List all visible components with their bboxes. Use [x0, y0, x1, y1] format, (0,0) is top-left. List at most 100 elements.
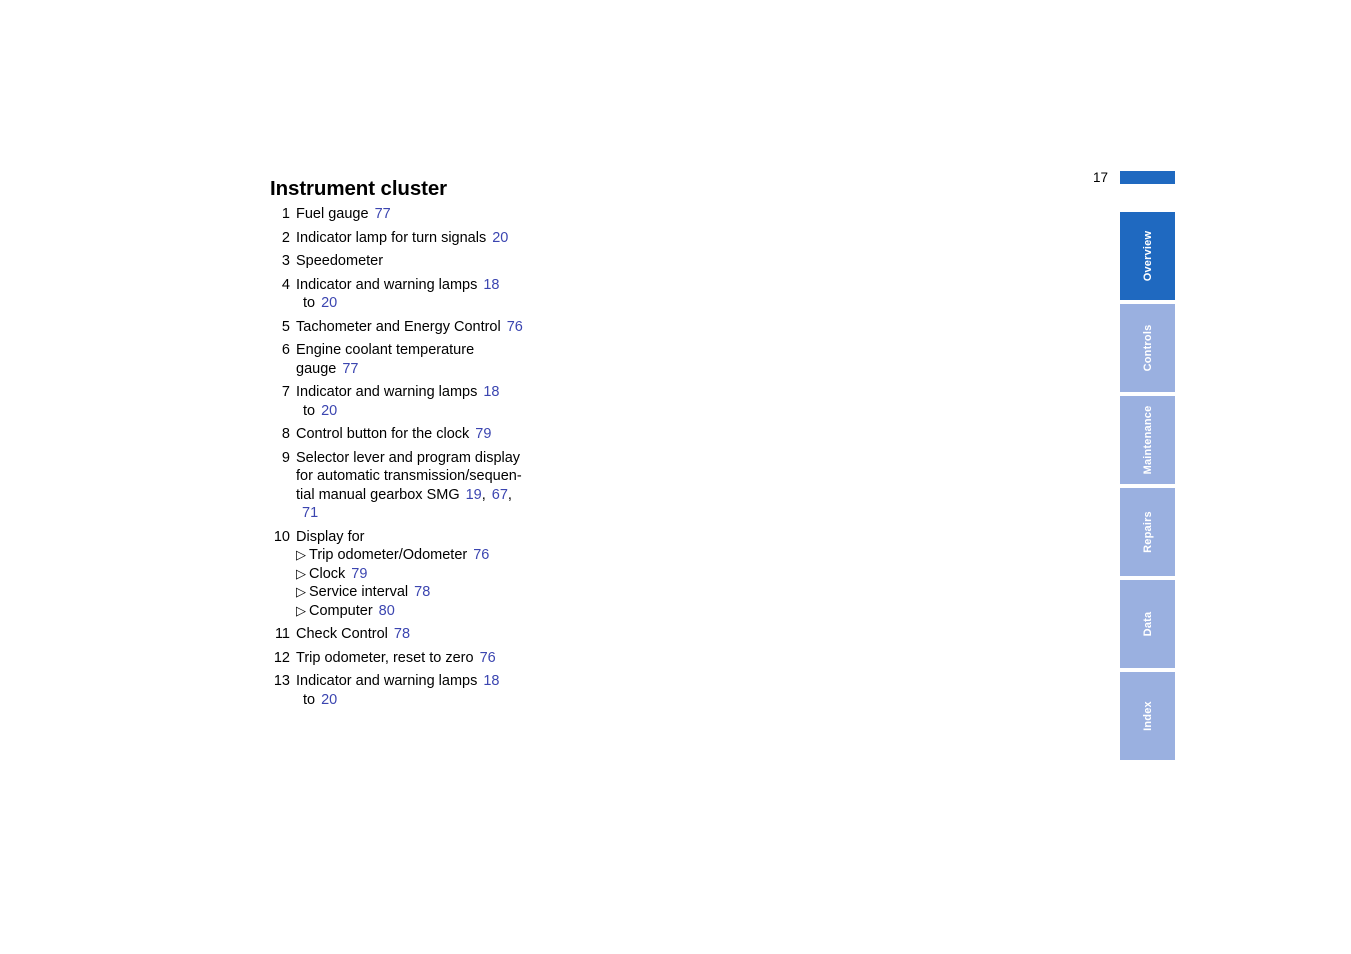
legend-item: 6 Engine coolant temperature gauge 77	[270, 341, 600, 378]
legend-item-row: 8 Control button for the clock 79	[270, 425, 600, 444]
legend-item-body: Indicator and warning lamps 18 to 20	[296, 276, 600, 313]
section-tab-label: Index	[1141, 701, 1154, 731]
legend-item-number: 4	[281, 276, 290, 293]
legend-item: 4 Indicator and warning lamps 18 to 20	[270, 276, 600, 313]
legend-item-body: Indicator and warning lamps 18 to 20	[296, 383, 600, 420]
legend-item-number: 1	[281, 206, 290, 222]
legend-item-text-continuation: tial manual gearbox SMG 19, 67,	[296, 486, 600, 505]
page-reference-link[interactable]: 18	[483, 277, 499, 293]
legend-sub-item: ▷ Clock 79	[296, 565, 600, 584]
legend-item: 3 Speedometer	[270, 252, 600, 271]
page-reference-link[interactable]: 71	[302, 505, 318, 521]
page-reference-link[interactable]: 78	[394, 626, 410, 642]
page-reference-link[interactable]: 19	[466, 487, 482, 503]
page-number: 17	[1092, 170, 1108, 185]
legend-text: Indicator and warning lamps	[296, 384, 478, 400]
section-tabs: Overview Controls Maintenance Repairs Data In…	[1120, 212, 1175, 764]
legend-item: 7 Indicator and warning lamps 18 to 20	[270, 383, 600, 420]
legend-item-text-continuation: to 20	[296, 294, 600, 313]
legend-item-number: 9	[281, 449, 290, 466]
legend-item-row: 2 Indicator lamp for turn signals 20	[270, 229, 600, 248]
page-reference-link[interactable]: 18	[483, 673, 499, 689]
legend-sub-item: ▷ Computer 80	[296, 602, 600, 621]
legend-item-text-continuation: gauge 77	[296, 360, 600, 379]
reference-separator: ,	[481, 486, 486, 503]
legend-text: Control button for the clock	[296, 426, 470, 442]
page-reference-link[interactable]: 79	[475, 426, 491, 442]
legend-text: to	[303, 402, 316, 419]
legend-sub-item-label: Trip odometer/Odometer	[309, 547, 468, 563]
page-reference-link[interactable]: 76	[480, 650, 496, 666]
legend-text: to	[303, 691, 316, 708]
legend-item: 9 Selector lever and program display for a…	[270, 449, 600, 523]
legend-item-text: Indicator lamp for turn signals 20	[296, 229, 600, 248]
section-tab-controls[interactable]: Controls	[1120, 304, 1175, 392]
section-tab-overview[interactable]: Overview	[1120, 212, 1175, 300]
section-tab-label: Data	[1141, 611, 1154, 637]
legend-item-row: 12 Trip odometer, reset to zero 76	[270, 649, 600, 668]
legend-text: Indicator and warning lamps	[296, 276, 478, 293]
legend-text: Check Control	[296, 626, 388, 642]
page-reference-link[interactable]: 67	[492, 487, 508, 503]
page-reference-link[interactable]: 77	[375, 206, 391, 222]
legend-item-row: 7 Indicator and warning lamps 18 to 20	[270, 383, 600, 420]
legend-item-row: 1 Fuel gauge 77	[270, 205, 600, 224]
legend-item-text: Fuel gauge 77	[296, 205, 600, 224]
page-reference-link[interactable]: 79	[351, 566, 367, 582]
page-reference-link[interactable]: 80	[379, 603, 395, 619]
page-reference-link[interactable]: 76	[507, 319, 523, 335]
legend-item-row: 11 Check Control 78	[270, 625, 600, 644]
legend-item-number: 7	[281, 384, 290, 400]
legend-text: Tachometer and Energy Control	[296, 318, 501, 335]
page-reference-link[interactable]: 20	[492, 230, 508, 246]
legend-item-number: 3	[281, 253, 290, 269]
legend-item-text: Indicator and warning lamps 18	[296, 672, 600, 691]
section-tab-index[interactable]: Index	[1120, 672, 1175, 760]
legend-item-body: Indicator lamp for turn signals 20	[296, 229, 600, 248]
page-reference-link[interactable]: 77	[342, 361, 358, 377]
legend-item: 11 Check Control 78	[270, 625, 600, 644]
page-reference-link[interactable]: 76	[473, 547, 489, 563]
legend-text: Indicator and warning lamps	[296, 673, 478, 689]
legend-item-text-continuation: to 20	[296, 402, 600, 421]
legend-item-body: Selector lever and program display for au…	[296, 449, 600, 523]
legend-sub-item: ▷ Service interval 78	[296, 583, 600, 602]
legend-item-body: Speedometer	[296, 252, 600, 271]
legend-item-text: Tachometer and Energy Control 76	[296, 318, 600, 337]
legend-text: Trip odometer, reset to zero	[296, 649, 474, 666]
triangle-right-bullet: ▷	[296, 565, 306, 581]
legend-item-row: 13 Indicator and warning lamps 18 to 20	[270, 672, 600, 709]
legend-item-body: Trip odometer, reset to zero 76	[296, 649, 600, 668]
page-reference-link[interactable]: 18	[483, 384, 499, 400]
legend-item-number: 6	[281, 342, 290, 358]
page-reference-link[interactable]: 20	[321, 403, 337, 419]
page-reference-link[interactable]: 78	[414, 584, 430, 600]
legend-item-body: Engine coolant temperature gauge 77	[296, 341, 600, 378]
triangle-right-bullet: ▷	[296, 584, 306, 599]
section-tab-label: Controls	[1141, 324, 1154, 372]
legend-sub-item-label: Clock	[309, 565, 346, 582]
legend-item-body: Check Control 78	[296, 625, 600, 644]
legend-item-body: Tachometer and Energy Control 76	[296, 318, 600, 337]
legend-text: Display for	[296, 528, 365, 545]
legend-item-body: Indicator and warning lamps 18 to 20	[296, 672, 600, 709]
page-reference-link[interactable]: 20	[321, 692, 337, 708]
legend-text: for automatic transmission/sequen-	[296, 468, 522, 484]
legend-item-number: 10	[273, 528, 290, 545]
legend-item: 8 Control button for the clock 79	[270, 425, 600, 444]
legend-item-row: 5 Tachometer and Energy Control 76	[270, 318, 600, 337]
legend-item-body: Display for ▷ Trip odometer/Odometer 76 ▷ Clo…	[296, 528, 600, 621]
triangle-right-bullet: ▷	[296, 602, 306, 618]
legend-item-text: Check Control 78	[296, 625, 600, 644]
legend-text: Selector lever and program display	[296, 449, 521, 466]
legend-item-text: Speedometer	[296, 252, 600, 271]
section-tab-maintenance[interactable]: Maintenance	[1120, 396, 1175, 484]
section-tab-repairs[interactable]: Repairs	[1120, 488, 1175, 576]
legend-text: Fuel gauge	[296, 206, 369, 222]
instrument-cluster-legend-list: 1 Fuel gauge 77 2 Indicator lamp for turn si…	[270, 205, 600, 714]
page-reference-link[interactable]: 20	[321, 295, 337, 311]
legend-item-text-continuation: 71	[296, 504, 600, 523]
legend-sub-item-label: Computer	[309, 602, 373, 619]
legend-item-row: 4 Indicator and warning lamps 18 to 20	[270, 276, 600, 313]
section-tab-data[interactable]: Data	[1120, 580, 1175, 668]
